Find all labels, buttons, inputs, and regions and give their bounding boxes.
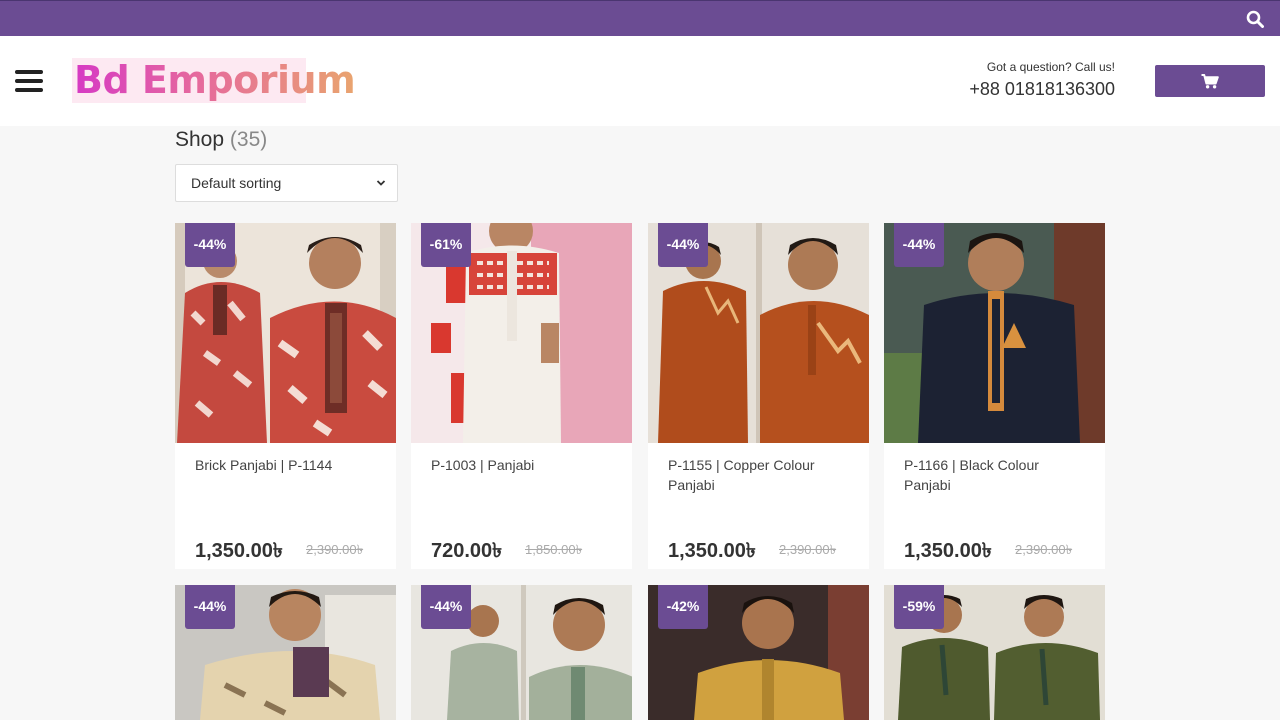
product-price: 1,350.00৳ xyxy=(668,540,756,562)
logo-text: Bd Emporium xyxy=(74,58,356,102)
search-icon[interactable] xyxy=(1246,10,1264,28)
site-logo[interactable]: Bd Emporium xyxy=(72,58,356,103)
discount-badge: -44% xyxy=(185,585,235,629)
product-price: 720.00৳ xyxy=(431,540,503,562)
product-price: 1,350.00৳ xyxy=(904,540,992,562)
cart-button[interactable] xyxy=(1155,65,1265,97)
product-card[interactable]: -44% P-1166 | Black Colour Panjabi 1,350… xyxy=(884,223,1105,569)
top-bar xyxy=(0,0,1280,36)
discount-badge: -59% xyxy=(894,585,944,629)
cart-icon xyxy=(1201,74,1219,89)
product-name[interactable]: P-1003 | Panjabi xyxy=(431,455,616,475)
product-count: (35) xyxy=(229,128,268,151)
product-old-price: 1,850.00৳ xyxy=(525,542,583,557)
product-name[interactable]: Brick Panjabi | P-1144 xyxy=(195,455,380,475)
product-card[interactable]: -44% Brick Panjabi | P-1144 1,350.00৳ 2,… xyxy=(175,223,396,569)
contact-question: Got a question? Call us! xyxy=(986,60,1115,74)
product-name[interactable]: P-1166 | Black Colour Panjabi xyxy=(904,455,1089,495)
product-card[interactable]: -59% xyxy=(884,585,1105,720)
hamburger-menu-icon[interactable] xyxy=(15,70,43,94)
sort-select[interactable]: Default sorting xyxy=(175,164,398,202)
discount-badge: -42% xyxy=(658,585,708,629)
page-title: Shop (35) xyxy=(175,128,267,152)
product-card[interactable]: -42% xyxy=(648,585,869,720)
chevron-down-icon xyxy=(376,180,386,186)
discount-badge: -44% xyxy=(894,223,944,267)
product-name[interactable]: P-1155 | Copper Colour Panjabi xyxy=(668,455,853,495)
product-price: 1,350.00৳ xyxy=(195,540,283,562)
discount-badge: -44% xyxy=(658,223,708,267)
product-card[interactable]: -44% xyxy=(175,585,396,720)
discount-badge: -61% xyxy=(421,223,471,267)
discount-badge: -44% xyxy=(185,223,235,267)
product-card[interactable]: -44% P-1155 | Copper Colour Panjabi 1,35… xyxy=(648,223,869,569)
discount-badge: -44% xyxy=(421,585,471,629)
product-card[interactable]: -61% P-1003 | Panjabi 720.00৳ 1,850.00৳ xyxy=(411,223,632,569)
shop-title-text: Shop xyxy=(175,128,225,151)
product-old-price: 2,390.00৳ xyxy=(1015,542,1073,557)
product-card[interactable]: -44% xyxy=(411,585,632,720)
sort-selected-value: Default sorting xyxy=(191,175,282,191)
product-old-price: 2,390.00৳ xyxy=(306,542,364,557)
contact-phone[interactable]: +88 01818136300 xyxy=(969,79,1115,100)
product-old-price: 2,390.00৳ xyxy=(779,542,837,557)
